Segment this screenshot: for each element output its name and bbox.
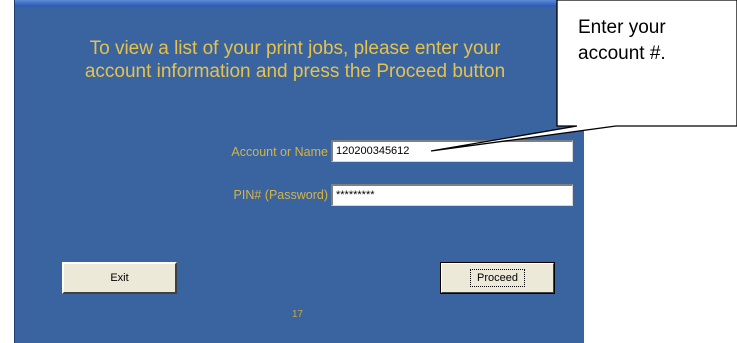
proceed-button[interactable]: Proceed [440, 262, 555, 294]
account-input[interactable]: 120200345612 [331, 140, 573, 162]
callout-line2: account #. [578, 43, 666, 64]
exit-button-label: Exit [110, 272, 129, 284]
instruction-heading-line2: account information and press the Procee… [84, 61, 506, 82]
pin-password-input[interactable]: ********* [331, 184, 573, 206]
callout-text: Enter your account #. [578, 15, 728, 67]
window-title-bar [15, 0, 584, 9]
callout-line1: Enter your [578, 17, 666, 38]
login-window: To view a list of your print jobs, pleas… [14, 0, 584, 343]
account-label: Account or Name [231, 145, 328, 159]
page-number: 17 [292, 309, 304, 320]
pin-label: PIN# (Password) [233, 188, 328, 202]
instruction-heading-line1: To view a list of your print jobs, pleas… [89, 38, 501, 59]
exit-button[interactable]: Exit [62, 262, 177, 294]
proceed-button-label: Proceed [470, 269, 525, 287]
